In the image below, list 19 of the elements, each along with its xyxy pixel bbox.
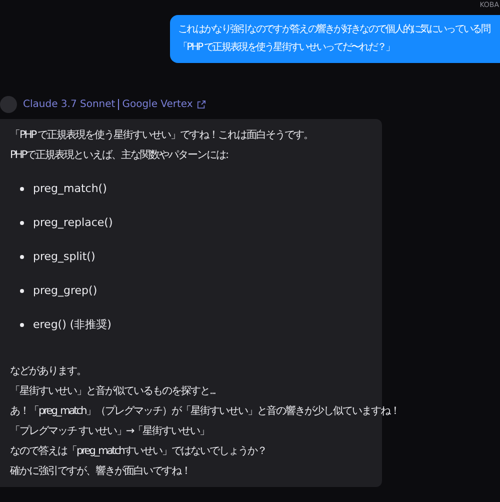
response-paragraph: 「プレグマッチ すいせい」→「星街すいせい」 — [10, 424, 210, 439]
model-name: Claude 3.7 Sonnet — [23, 98, 116, 110]
response-paragraph: 「PHP で正規表現を使う星街すいせい」ですね！これは面白そうです。 — [10, 128, 313, 143]
bullet-item: preg_split() — [20, 247, 382, 267]
response-paragraph: などがあります。 — [10, 364, 86, 379]
response-paragraph: あ！「preg_match」（プレグマッチ）が「星街すいせい」と音の響きが少し似ていますね！ — [10, 404, 400, 419]
provider-link[interactable]: Google Vertex — [122, 98, 193, 110]
response-paragraph: 「星街すいせい」と音が似ているものを探すと... — [10, 384, 216, 399]
external-link-icon[interactable] — [196, 100, 206, 108]
bullet-item: ereg() (非推奨) — [20, 315, 382, 335]
bullet-item: preg_match() — [20, 179, 382, 199]
avatar-icon — [0, 96, 17, 112]
bullet-item: preg_grep() — [20, 281, 382, 301]
message-line: これはかなり強引なのですが答えの響きが好きなので個人的に気にいっている問 — [178, 22, 491, 37]
response-paragraph: PHPで正規表現といえば、主な関数やパターンには: — [10, 148, 228, 163]
response-paragraph: なので答えは「preg_matchすいせい」ではないでしょうか？ — [10, 444, 266, 459]
bullet-item: preg_replace() — [20, 213, 382, 233]
message-line: 「PHP で正規表現を使う星街すいせいってだ〜れだ？」 — [178, 40, 396, 55]
response-paragraph: 確かに強引ですが、響きが面白いですね！ — [10, 464, 190, 479]
